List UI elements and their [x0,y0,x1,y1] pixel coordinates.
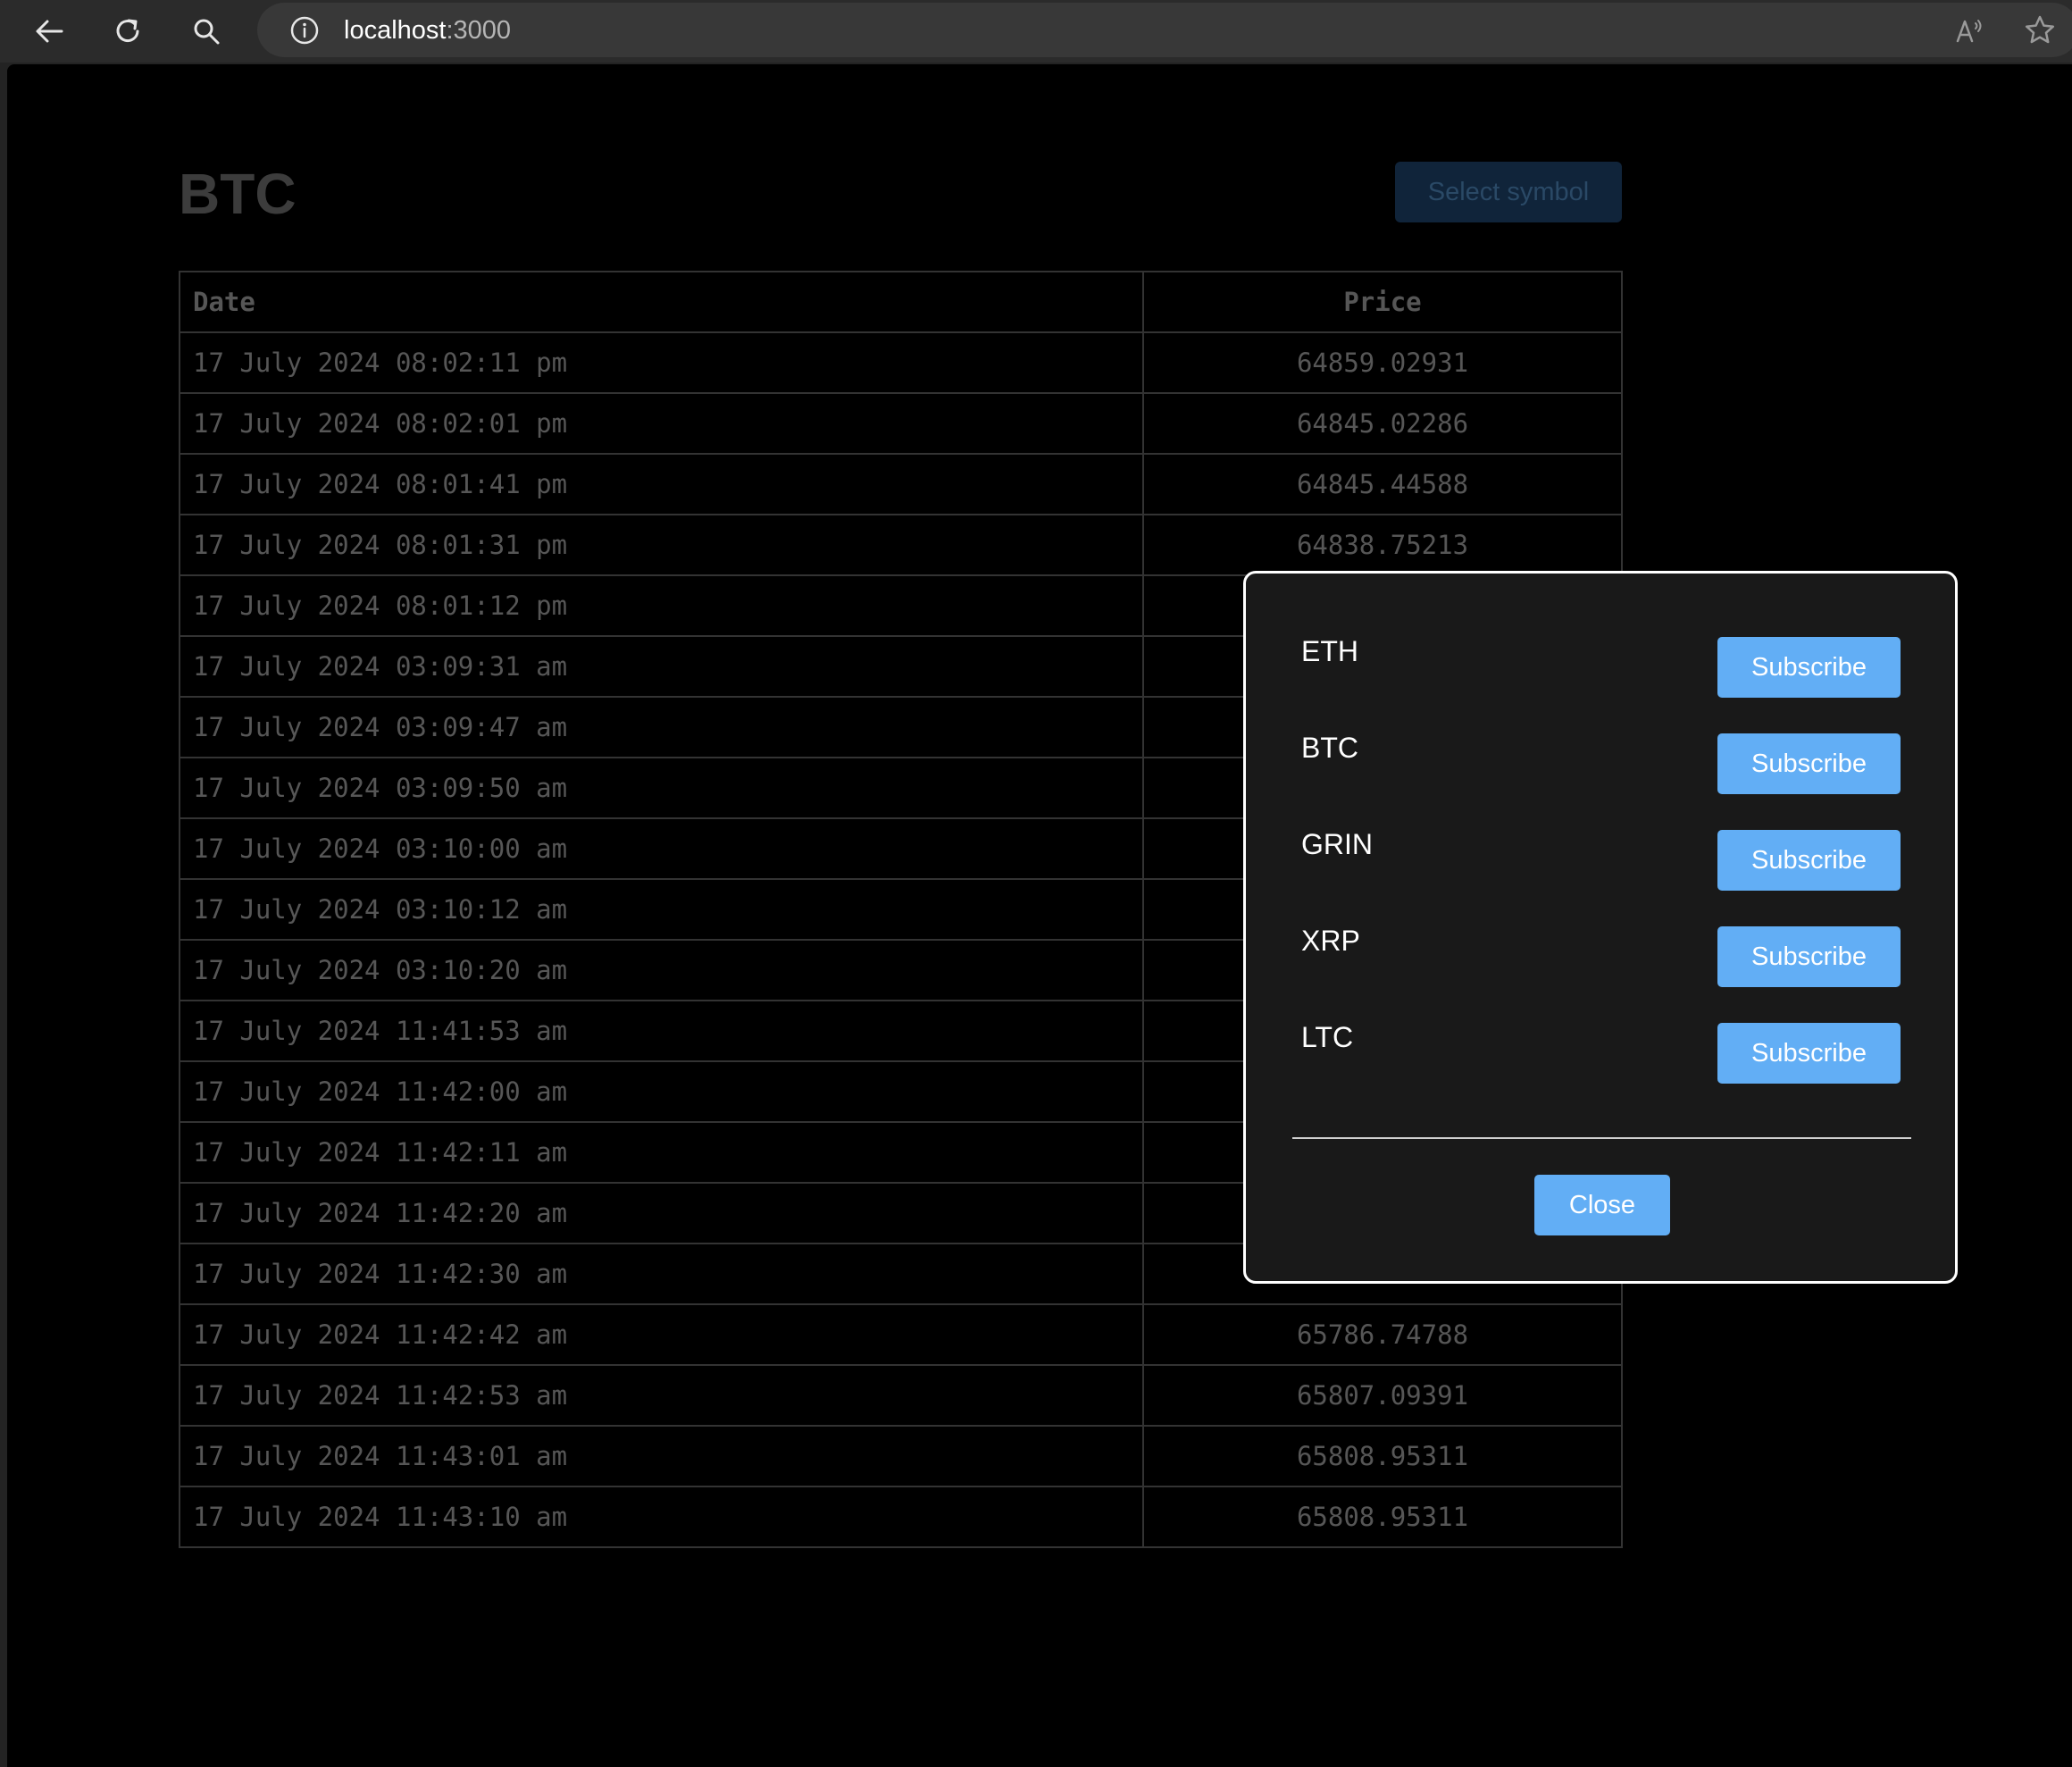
date-cell: 17 July 2024 03:09:47 am [179,696,1144,758]
symbol-row-ltc: LTC Subscribe [1246,1019,1955,1084]
table-row: 17 July 2024 08:02:11 pm 64859.02931 [179,331,1623,394]
date-column-header: Date [179,271,1144,333]
date-cell: 17 July 2024 11:41:53 am [179,1000,1144,1062]
date-cell: 17 July 2024 08:02:11 pm [179,331,1144,394]
reload-icon[interactable] [108,12,147,51]
symbol-name: XRP [1301,925,1360,957]
url-host: localhost [344,16,447,45]
date-cell: 17 July 2024 08:01:41 pm [179,453,1144,515]
page-title: BTC [179,162,297,226]
date-cell: 17 July 2024 03:10:00 am [179,817,1144,880]
date-cell: 17 July 2024 08:02:01 pm [179,392,1144,455]
select-symbol-button[interactable]: Select symbol [1395,162,1622,222]
symbol-row-grin: GRIN Subscribe [1246,826,1955,891]
date-cell: 17 July 2024 03:09:50 am [179,757,1144,819]
table-row: 17 July 2024 08:01:31 pm 64838.75213 [179,514,1623,576]
subscribe-eth-button[interactable]: Subscribe [1717,637,1901,698]
symbol-name: ETH [1301,635,1358,667]
date-cell: 17 July 2024 11:42:53 am [179,1364,1144,1427]
modal-divider [1292,1137,1911,1139]
date-cell: 17 July 2024 03:10:20 am [179,939,1144,1001]
close-button[interactable]: Close [1534,1175,1670,1235]
subscribe-xrp-button[interactable]: Subscribe [1717,926,1901,987]
date-cell: 17 July 2024 11:42:30 am [179,1243,1144,1305]
symbol-row-btc: BTC Subscribe [1246,730,1955,794]
price-cell: 64845.02286 [1142,392,1623,455]
symbol-modal: ETH Subscribe BTC Subscribe GRIN Subscri… [1243,571,1958,1284]
date-cell: 17 July 2024 08:01:12 pm [179,574,1144,637]
subscribe-ltc-button[interactable]: Subscribe [1717,1023,1901,1084]
price-cell: 64845.44588 [1142,453,1623,515]
read-aloud-icon[interactable] [1952,13,1988,48]
subscribe-grin-button[interactable]: Subscribe [1717,830,1901,891]
star-icon[interactable] [2022,13,2058,48]
date-cell: 17 July 2024 11:42:42 am [179,1303,1144,1366]
price-cell: 65807.09391 [1142,1364,1623,1427]
symbol-name: BTC [1301,732,1358,764]
price-cell: 65808.95311 [1142,1486,1623,1548]
table-row: 17 July 2024 11:43:01 am 65808.95311 [179,1425,1623,1487]
symbol-name: GRIN [1301,828,1373,860]
browser-toolbar: localhost:3000 [0,0,2072,63]
info-icon[interactable] [289,15,320,46]
symbol-name: LTC [1301,1021,1354,1053]
price-column-header: Price [1142,271,1623,333]
table-row: 17 July 2024 11:42:53 am 65807.09391 [179,1364,1623,1427]
symbol-row-eth: ETH Subscribe [1246,633,1955,698]
price-cell: 65808.95311 [1142,1425,1623,1487]
table-row: 17 July 2024 11:43:10 am 65808.95311 [179,1486,1623,1548]
price-cell: 64838.75213 [1142,514,1623,576]
date-cell: 17 July 2024 11:43:01 am [179,1425,1144,1487]
subscribe-btc-button[interactable]: Subscribe [1717,733,1901,794]
address-bar[interactable]: localhost:3000 [257,3,2072,57]
date-cell: 17 July 2024 08:01:31 pm [179,514,1144,576]
search-icon[interactable] [187,12,226,51]
table-row: 17 July 2024 08:02:01 pm 64845.02286 [179,392,1623,455]
date-cell: 17 July 2024 11:42:11 am [179,1121,1144,1184]
table-header-row: Date Price [179,271,1623,333]
price-cell: 64859.02931 [1142,331,1623,394]
table-row: 17 July 2024 11:42:42 am 65786.74788 [179,1303,1623,1366]
symbol-row-xrp: XRP Subscribe [1246,923,1955,987]
date-cell: 17 July 2024 11:43:10 am [179,1486,1144,1548]
arrow-left-icon[interactable] [29,12,69,51]
price-cell: 65786.74788 [1142,1303,1623,1366]
date-cell: 17 July 2024 03:09:31 am [179,635,1144,698]
date-cell: 17 July 2024 11:42:20 am [179,1182,1144,1244]
table-row: 17 July 2024 08:01:41 pm 64845.44588 [179,453,1623,515]
url-text[interactable]: localhost:3000 [344,15,511,46]
date-cell: 17 July 2024 03:10:12 am [179,878,1144,941]
date-cell: 17 July 2024 11:42:00 am [179,1060,1144,1123]
url-port: :3000 [446,16,512,45]
